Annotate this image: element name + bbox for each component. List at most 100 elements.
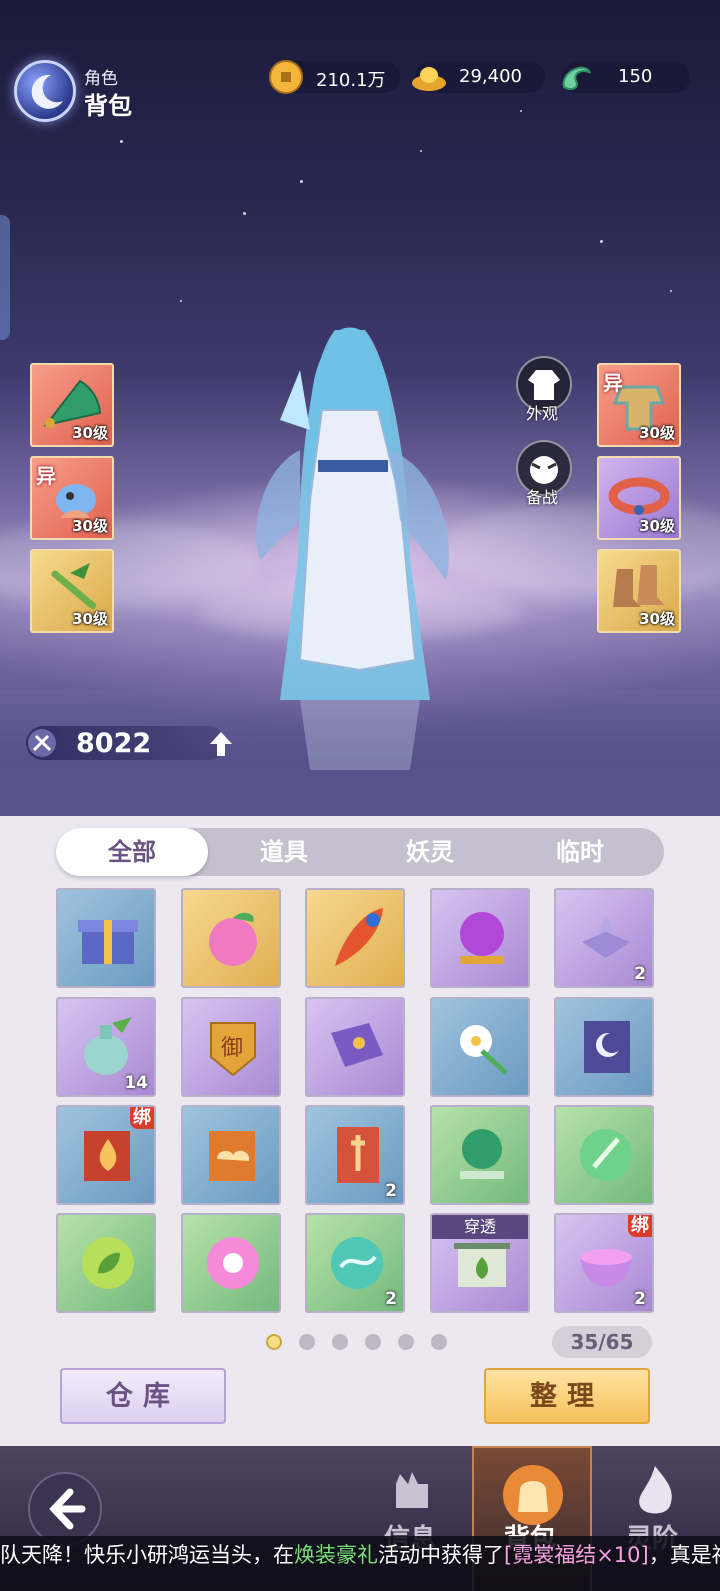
item-slot-peach[interactable] — [181, 888, 281, 988]
moon-book-icon — [584, 1021, 630, 1073]
item-slot-feather[interactable] — [305, 888, 405, 988]
svg-text:御: 御 — [221, 1036, 243, 1061]
swords-icon — [28, 729, 56, 757]
prepare-battle-label: 备战 — [526, 488, 559, 507]
storage-button[interactable]: 仓库 — [60, 1368, 226, 1424]
page-indicator — [266, 1334, 447, 1350]
item-slot-scroll[interactable]: 穿透 — [430, 1213, 530, 1313]
exotic-tag: 异 — [603, 371, 623, 395]
coin-value: 210.1万 — [316, 70, 386, 91]
orb-stand-icon — [460, 912, 504, 964]
gold-ingot-icon — [412, 67, 446, 91]
back-arrow-icon — [49, 1488, 86, 1530]
sword-card-icon — [337, 1127, 379, 1183]
page-dot[interactable] — [431, 1334, 447, 1350]
item-slot-green-orb-flute[interactable] — [554, 1105, 654, 1205]
upgrade-arrow-icon[interactable] — [206, 728, 236, 758]
item-slot-blossom-orb[interactable] — [181, 1213, 281, 1313]
item-slot-dragon-orb[interactable]: 2 — [305, 1213, 405, 1313]
exotic-tag: 异 — [36, 464, 56, 488]
equip-level: 30级 — [639, 610, 675, 628]
currency-ingot[interactable]: 29,400 — [412, 61, 545, 93]
ticker-reward: [霓裳福结×10] — [504, 1543, 649, 1567]
bound-tag: 绑 — [130, 1107, 154, 1129]
item-slot-jade-bottle[interactable]: 14 — [56, 997, 156, 1097]
page-dot[interactable] — [332, 1334, 348, 1350]
item-slot-cloud-book[interactable] — [181, 1105, 281, 1205]
combat-power-bar[interactable]: 8022 — [26, 726, 232, 760]
peach-icon — [209, 912, 257, 966]
page-dot[interactable] — [299, 1334, 315, 1350]
equip-level: 30级 — [72, 424, 108, 442]
equip-level: 30级 — [639, 517, 675, 535]
equip-slot-accessory[interactable]: 30级 — [30, 549, 114, 633]
flame-icon — [639, 1466, 672, 1514]
equip-level: 30级 — [72, 517, 108, 535]
item-slot-sword-card[interactable]: 2 — [305, 1105, 405, 1205]
gift-box-icon — [78, 920, 138, 964]
dragon-orb-icon — [331, 1237, 383, 1289]
item-slot-royal-token[interactable]: 御 — [181, 997, 281, 1097]
tab-all[interactable]: 全部 — [56, 828, 208, 876]
green-orb-flute-icon — [580, 1129, 632, 1181]
equip-slot-armor[interactable]: 异 30级 — [597, 363, 681, 447]
equip-slot-pet[interactable]: 异 30级 — [30, 456, 114, 540]
item-slot-green-orb-stand[interactable] — [430, 1105, 530, 1205]
currency-jade[interactable]: 150 — [562, 61, 690, 93]
equip-level: 30级 — [72, 610, 108, 628]
coin-icon — [269, 60, 303, 94]
page-title: 背包 — [84, 92, 132, 120]
ingot-value: 29,400 — [459, 66, 522, 87]
item-count: 2 — [634, 1289, 646, 1309]
item-slot-white-flower[interactable] — [430, 997, 530, 1097]
tab-temporary[interactable]: 临时 — [504, 828, 656, 876]
cloud-book-icon — [209, 1131, 255, 1181]
fist-icon — [396, 1472, 428, 1508]
item-count: 2 — [634, 964, 646, 984]
ticker-text: 队天降！快乐小研鸿运当头，在 — [0, 1543, 294, 1567]
page-dot[interactable] — [365, 1334, 381, 1350]
item-slot-leaf-orb[interactable] — [56, 1213, 156, 1313]
item-count: 2 — [385, 1289, 397, 1309]
fire-book-icon — [84, 1131, 130, 1181]
equip-slot-belt[interactable]: 30级 — [597, 456, 681, 540]
green-orb-stand-icon — [460, 1129, 504, 1179]
item-slot-potion-bowl[interactable]: 绑2 — [554, 1213, 654, 1313]
page-dot[interactable] — [398, 1334, 414, 1350]
item-slot-orb-stand[interactable] — [430, 888, 530, 988]
feather-icon — [335, 908, 383, 966]
currency-coin[interactable]: 210.1万 — [269, 60, 400, 94]
character-model — [256, 327, 449, 770]
item-slot-lotus[interactable]: 2 — [554, 888, 654, 988]
lotus-icon — [582, 916, 630, 958]
potion-bowl-icon — [580, 1249, 632, 1287]
jade-dragon-icon — [562, 66, 591, 90]
side-drawer-handle[interactable] — [0, 215, 10, 340]
appearance-label: 外观 — [526, 404, 559, 423]
item-slot-purple-book[interactable] — [305, 997, 405, 1097]
ticker-text: 活动中获得了 — [378, 1543, 504, 1567]
bag-capacity: 35/65 — [552, 1326, 652, 1358]
item-count: 2 — [385, 1181, 397, 1201]
purple-book-icon — [331, 1023, 383, 1067]
equip-level: 30级 — [639, 424, 675, 442]
leaf-orb-icon — [82, 1237, 134, 1289]
equip-slot-boots[interactable]: 30级 — [597, 549, 681, 633]
sort-button[interactable]: 整理 — [484, 1368, 650, 1424]
tab-items[interactable]: 道具 — [208, 828, 360, 876]
combat-power-value: 8022 — [76, 728, 152, 759]
jade-value: 150 — [618, 66, 653, 87]
item-slot-fire-book[interactable]: 绑 — [56, 1105, 156, 1205]
bound-tag: 绑 — [628, 1215, 652, 1237]
tab-spirits[interactable]: 妖灵 — [354, 828, 506, 876]
page-dot[interactable] — [266, 1334, 282, 1350]
item-slot-gift-box[interactable] — [56, 888, 156, 988]
ticker-event: 焕装豪礼 — [294, 1543, 378, 1567]
category-tabs: 全部 道具 妖灵 临时 — [56, 828, 664, 876]
equip-slot-weapon[interactable]: 30级 — [30, 363, 114, 447]
item-count: 14 — [124, 1073, 148, 1093]
ticker-text: ，真是福缘不浅 — [648, 1543, 720, 1567]
royal-token-icon: 御 — [210, 1022, 256, 1077]
back-button[interactable] — [28, 1472, 102, 1546]
item-slot-moon-book[interactable] — [554, 997, 654, 1097]
